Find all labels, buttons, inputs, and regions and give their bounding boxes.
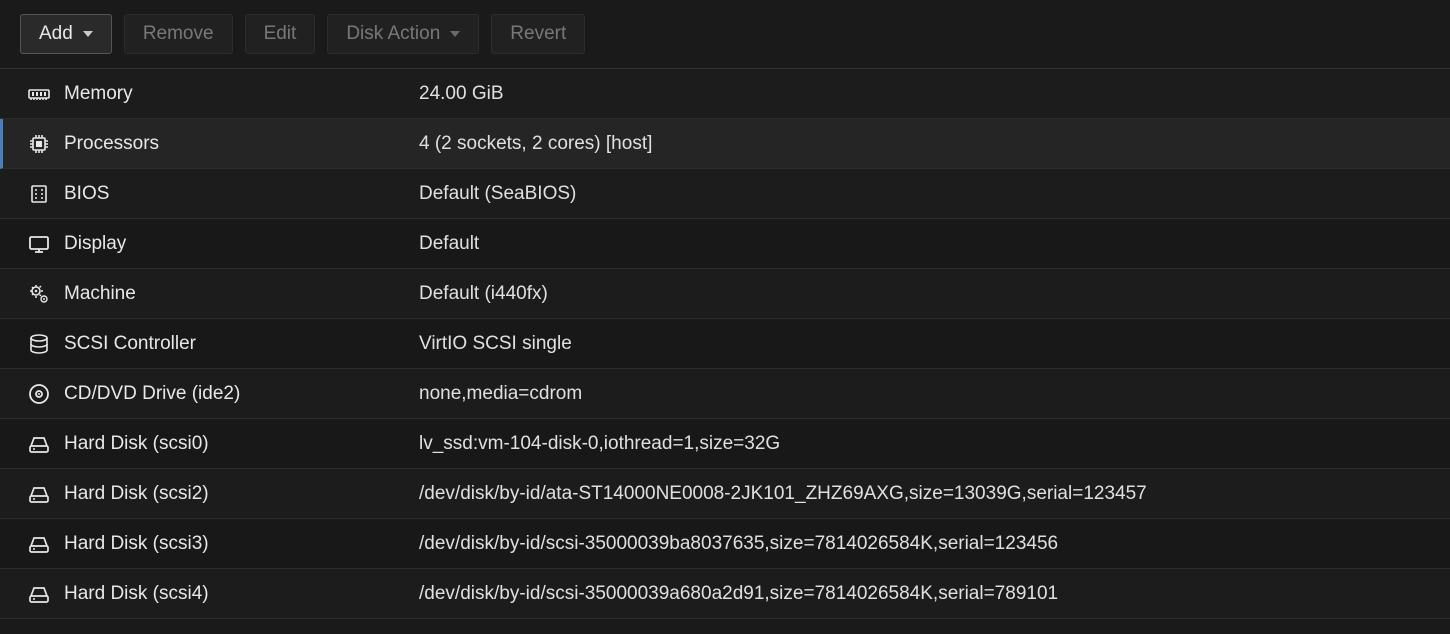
row-value: /dev/disk/by-id/scsi-35000039a680a2d91,s… xyxy=(419,583,1436,605)
row-processors[interactable]: Processors 4 (2 sockets, 2 cores) [host] xyxy=(0,119,1450,169)
row-value: lv_ssd:vm-104-disk-0,iothread=1,size=32G xyxy=(419,433,1436,455)
add-button[interactable]: Add xyxy=(20,14,112,54)
row-bios[interactable]: BIOS Default (SeaBIOS) xyxy=(0,169,1450,219)
row-label: CD/DVD Drive (ide2) xyxy=(64,383,419,405)
row-value: Default (i440fx) xyxy=(419,283,1436,305)
add-button-label: Add xyxy=(39,23,73,45)
row-hard-disk-scsi3[interactable]: Hard Disk (scsi3) /dev/disk/by-id/scsi-3… xyxy=(0,519,1450,569)
edit-button-label: Edit xyxy=(264,23,297,45)
disc-icon xyxy=(14,382,64,406)
row-value: 4 (2 sockets, 2 cores) [host] xyxy=(419,133,1436,155)
row-label: Hard Disk (scsi4) xyxy=(64,583,419,605)
disk-action-button-label: Disk Action xyxy=(346,23,440,45)
row-label: Hard Disk (scsi2) xyxy=(64,483,419,505)
row-hard-disk-scsi2[interactable]: Hard Disk (scsi2) /dev/disk/by-id/ata-ST… xyxy=(0,469,1450,519)
row-display[interactable]: Display Default xyxy=(0,219,1450,269)
row-label: Machine xyxy=(64,283,419,305)
bios-icon xyxy=(14,182,64,206)
toolbar: Add Remove Edit Disk Action Revert xyxy=(0,0,1450,69)
database-icon xyxy=(14,332,64,356)
revert-button[interactable]: Revert xyxy=(491,14,585,54)
edit-button[interactable]: Edit xyxy=(245,14,316,54)
row-value: none,media=cdrom xyxy=(419,383,1436,405)
hdd-icon xyxy=(14,532,64,556)
row-label: Hard Disk (scsi0) xyxy=(64,433,419,455)
row-label: Memory xyxy=(64,83,419,105)
row-label: Processors xyxy=(64,133,419,155)
row-value: VirtIO SCSI single xyxy=(419,333,1436,355)
row-hard-disk-scsi4[interactable]: Hard Disk (scsi4) /dev/disk/by-id/scsi-3… xyxy=(0,569,1450,619)
display-icon xyxy=(14,232,64,256)
row-cddvd-drive[interactable]: CD/DVD Drive (ide2) none,media=cdrom xyxy=(0,369,1450,419)
row-label: Hard Disk (scsi3) xyxy=(64,533,419,555)
row-label: Display xyxy=(64,233,419,255)
row-hard-disk-scsi0[interactable]: Hard Disk (scsi0) lv_ssd:vm-104-disk-0,i… xyxy=(0,419,1450,469)
row-value: 24.00 GiB xyxy=(419,83,1436,105)
disk-action-button[interactable]: Disk Action xyxy=(327,14,479,54)
row-value: Default xyxy=(419,233,1436,255)
row-machine[interactable]: Machine Default (i440fx) xyxy=(0,269,1450,319)
cpu-icon xyxy=(14,132,64,156)
gears-icon xyxy=(14,282,64,306)
row-value: /dev/disk/by-id/ata-ST14000NE0008-2JK101… xyxy=(419,483,1436,505)
row-memory[interactable]: Memory 24.00 GiB xyxy=(0,69,1450,119)
row-scsi-controller[interactable]: SCSI Controller VirtIO SCSI single xyxy=(0,319,1450,369)
hdd-icon xyxy=(14,482,64,506)
row-value: Default (SeaBIOS) xyxy=(419,183,1436,205)
remove-button[interactable]: Remove xyxy=(124,14,233,54)
row-label: BIOS xyxy=(64,183,419,205)
row-label: SCSI Controller xyxy=(64,333,419,355)
hardware-table: Memory 24.00 GiB Processors 4 (2 sockets… xyxy=(0,69,1450,619)
revert-button-label: Revert xyxy=(510,23,566,45)
remove-button-label: Remove xyxy=(143,23,214,45)
hdd-icon xyxy=(14,432,64,456)
memory-icon xyxy=(14,82,64,106)
chevron-down-icon xyxy=(450,31,460,37)
row-value: /dev/disk/by-id/scsi-35000039ba8037635,s… xyxy=(419,533,1436,555)
chevron-down-icon xyxy=(83,31,93,37)
hdd-icon xyxy=(14,582,64,606)
